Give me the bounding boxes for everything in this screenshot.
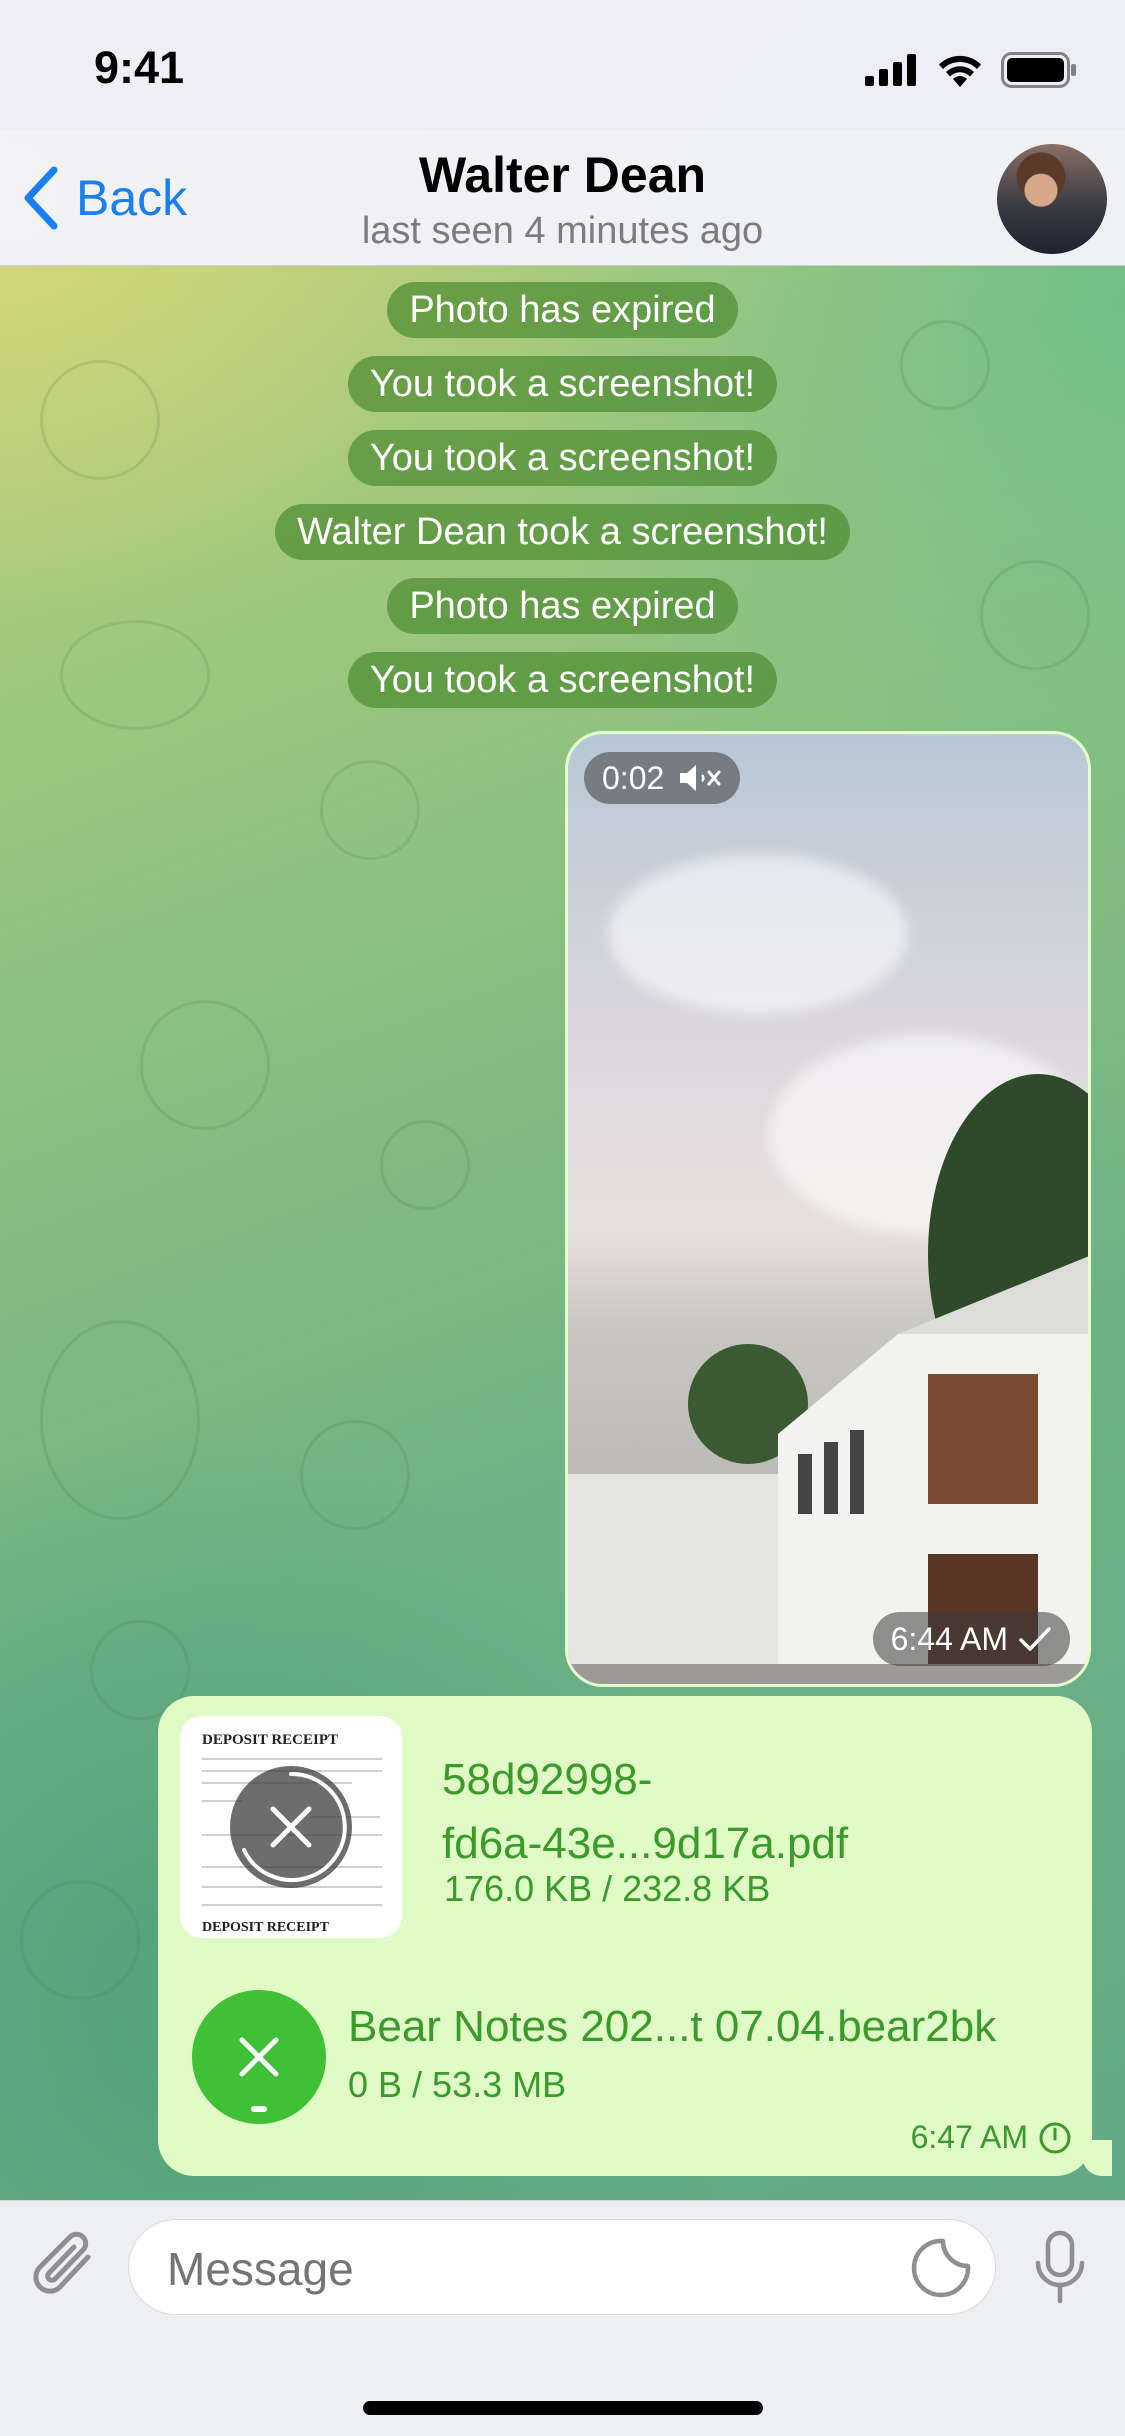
- message-input[interactable]: [167, 2242, 867, 2296]
- wifi-icon: [939, 55, 981, 87]
- video-timestamp: 6:44 AM: [872, 1612, 1070, 1666]
- message-timestamp: 6:47 AM: [911, 2119, 1072, 2156]
- video-time-label: 6:44 AM: [890, 1620, 1008, 1657]
- thumbnail-line: [202, 1904, 382, 1906]
- clock-icon: [1039, 2122, 1071, 2153]
- message-time: 6:47 AM: [910, 2119, 1028, 2155]
- chat-title-area[interactable]: Walter Dean last seen 4 minutes ago: [0, 146, 1125, 253]
- video-duration-badge[interactable]: 0:02: [584, 752, 741, 804]
- service-messages: Photo has expired You took a screenshot!…: [0, 282, 1125, 726]
- file-size: 0 B / 53.3 MB: [348, 2064, 567, 2105]
- chat-title: Walter Dean: [418, 147, 707, 203]
- doodle: [20, 1880, 140, 2000]
- file-message: DEPOSIT RECEIPT DEPOSIT RECEIPT 58d92998…: [158, 1696, 1092, 2176]
- muted-speaker-icon: [680, 765, 721, 791]
- file-thumbnail[interactable]: DEPOSIT RECEIPT DEPOSIT RECEIPT: [180, 1716, 402, 1938]
- thumbnail-line: [202, 1758, 382, 1760]
- contact-avatar[interactable]: [997, 144, 1107, 254]
- cancel-download-button[interactable]: [230, 1766, 352, 1888]
- service-message: You took a screenshot!: [347, 356, 778, 412]
- last-seen-status: last seen 4 minutes ago: [361, 210, 764, 252]
- status-icons: [865, 52, 1077, 88]
- service-message: Photo has expired: [387, 578, 738, 634]
- video-frame-house: [568, 1256, 1088, 1684]
- thumbnail-title-repeat: DEPOSIT RECEIPT: [202, 1920, 329, 1935]
- doodle: [320, 760, 420, 860]
- doodle: [380, 1120, 470, 1210]
- chat-header: Back Walter Dean last seen 4 minutes ago: [0, 130, 1125, 266]
- message-field[interactable]: [128, 2219, 996, 2315]
- doodle: [40, 1320, 200, 1520]
- video-message[interactable]: 0:02 6:44 AM: [565, 731, 1091, 1687]
- attach-button[interactable]: [30, 2229, 100, 2308]
- voice-record-button[interactable]: [1030, 2229, 1090, 2314]
- service-message: Walter Dean took a screenshot!: [275, 504, 850, 560]
- close-icon: [242, 1771, 347, 1882]
- service-message: Photo has expired: [387, 282, 738, 338]
- microphone-icon: [1035, 2230, 1085, 2304]
- file-size: 176.0 KB / 232.8 KB: [444, 1868, 771, 1909]
- service-message: You took a screenshot!: [347, 652, 778, 708]
- sticker-icon: [911, 2238, 971, 2298]
- file-name[interactable]: Bear Notes 202...t 07.04.bear2bk: [348, 2002, 996, 2052]
- paperclip-icon: [33, 2231, 91, 2294]
- cellular-signal-icon: [865, 54, 916, 86]
- file-name[interactable]: 58d92998- fd6a-43e...9d17a.pdf: [442, 1748, 1042, 1876]
- home-indicator: [363, 2401, 763, 2415]
- status-bar: 9:41: [0, 0, 1125, 130]
- doodle: [140, 1000, 270, 1130]
- file-name-line2: fd6a-43e...9d17a.pdf: [442, 1819, 849, 1868]
- video-duration: 0:02: [602, 759, 665, 796]
- file-name-line1: 58d92998-: [442, 1755, 653, 1804]
- close-icon: [239, 2037, 279, 2112]
- checkmark-icon: [1019, 1627, 1051, 1651]
- thumbnail-title: DEPOSIT RECEIPT: [202, 1732, 339, 1748]
- message-input-bar: [0, 2200, 1125, 2436]
- status-time: 9:41: [94, 42, 185, 93]
- battery-icon: [1001, 52, 1076, 88]
- doodle: [300, 1420, 410, 1530]
- sticker-button[interactable]: [909, 2236, 973, 2305]
- cancel-download-button[interactable]: [192, 1990, 326, 2124]
- service-message: You took a screenshot!: [347, 430, 778, 486]
